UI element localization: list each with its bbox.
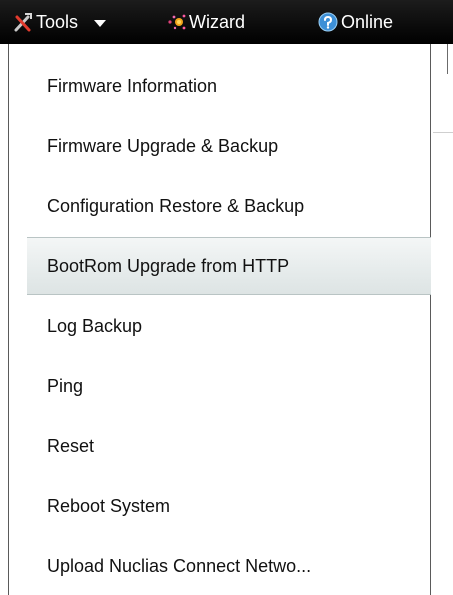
menu-item-label: Ping (47, 375, 84, 396)
online-help-icon (317, 11, 339, 33)
top-menubar: Tools Wizard Online (0, 0, 453, 44)
online-help-menu[interactable]: Online (317, 0, 393, 44)
menu-item-firmware-information[interactable]: Firmware Information (9, 56, 430, 116)
menu-item-label: Log Backup (47, 315, 143, 336)
online-help-menu-label: Online (341, 11, 394, 32)
tools-menu[interactable]: Tools (12, 0, 147, 44)
menu-item-label: Firmware Information (47, 75, 218, 96)
menu-item-ping[interactable]: Ping (9, 356, 430, 416)
menu-item-upload-nuclias-connect[interactable]: Upload Nuclias Connect Netwo... (9, 536, 430, 595)
menu-item-label: Firmware Upgrade & Backup (47, 135, 279, 156)
wizard-icon (165, 11, 187, 33)
background-divider (433, 132, 453, 133)
menu-item-label: Reboot System (47, 495, 171, 516)
menu-item-label: BootRom Upgrade from HTTP (47, 255, 290, 276)
menu-item-label: Upload Nuclias Connect Netwo... (47, 555, 312, 576)
menu-item-firmware-upgrade-backup[interactable]: Firmware Upgrade & Backup (9, 116, 430, 176)
menu-item-label: Reset (47, 435, 95, 456)
tools-menu-label: Tools (36, 11, 79, 32)
chevron-down-icon (94, 19, 107, 27)
menu-item-bootrom-upgrade-http[interactable]: BootRom Upgrade from HTTP (27, 237, 431, 295)
menu-item-label: Configuration Restore & Backup (47, 195, 305, 216)
menu-item-configuration-restore-backup[interactable]: Configuration Restore & Backup (9, 176, 430, 236)
page: Tools Wizard Online Firmware Information… (0, 0, 453, 595)
menu-item-reboot-system[interactable]: Reboot System (9, 476, 430, 536)
wizard-menu[interactable]: Wizard (165, 0, 317, 44)
menu-item-log-backup[interactable]: Log Backup (9, 296, 430, 356)
background-page (433, 44, 453, 595)
wizard-menu-label: Wizard (189, 11, 246, 32)
tools-dropdown-menu: Firmware Information Firmware Upgrade & … (8, 44, 431, 595)
tools-icon (12, 11, 34, 33)
menu-item-reset[interactable]: Reset (9, 416, 430, 476)
background-divider (447, 44, 448, 74)
